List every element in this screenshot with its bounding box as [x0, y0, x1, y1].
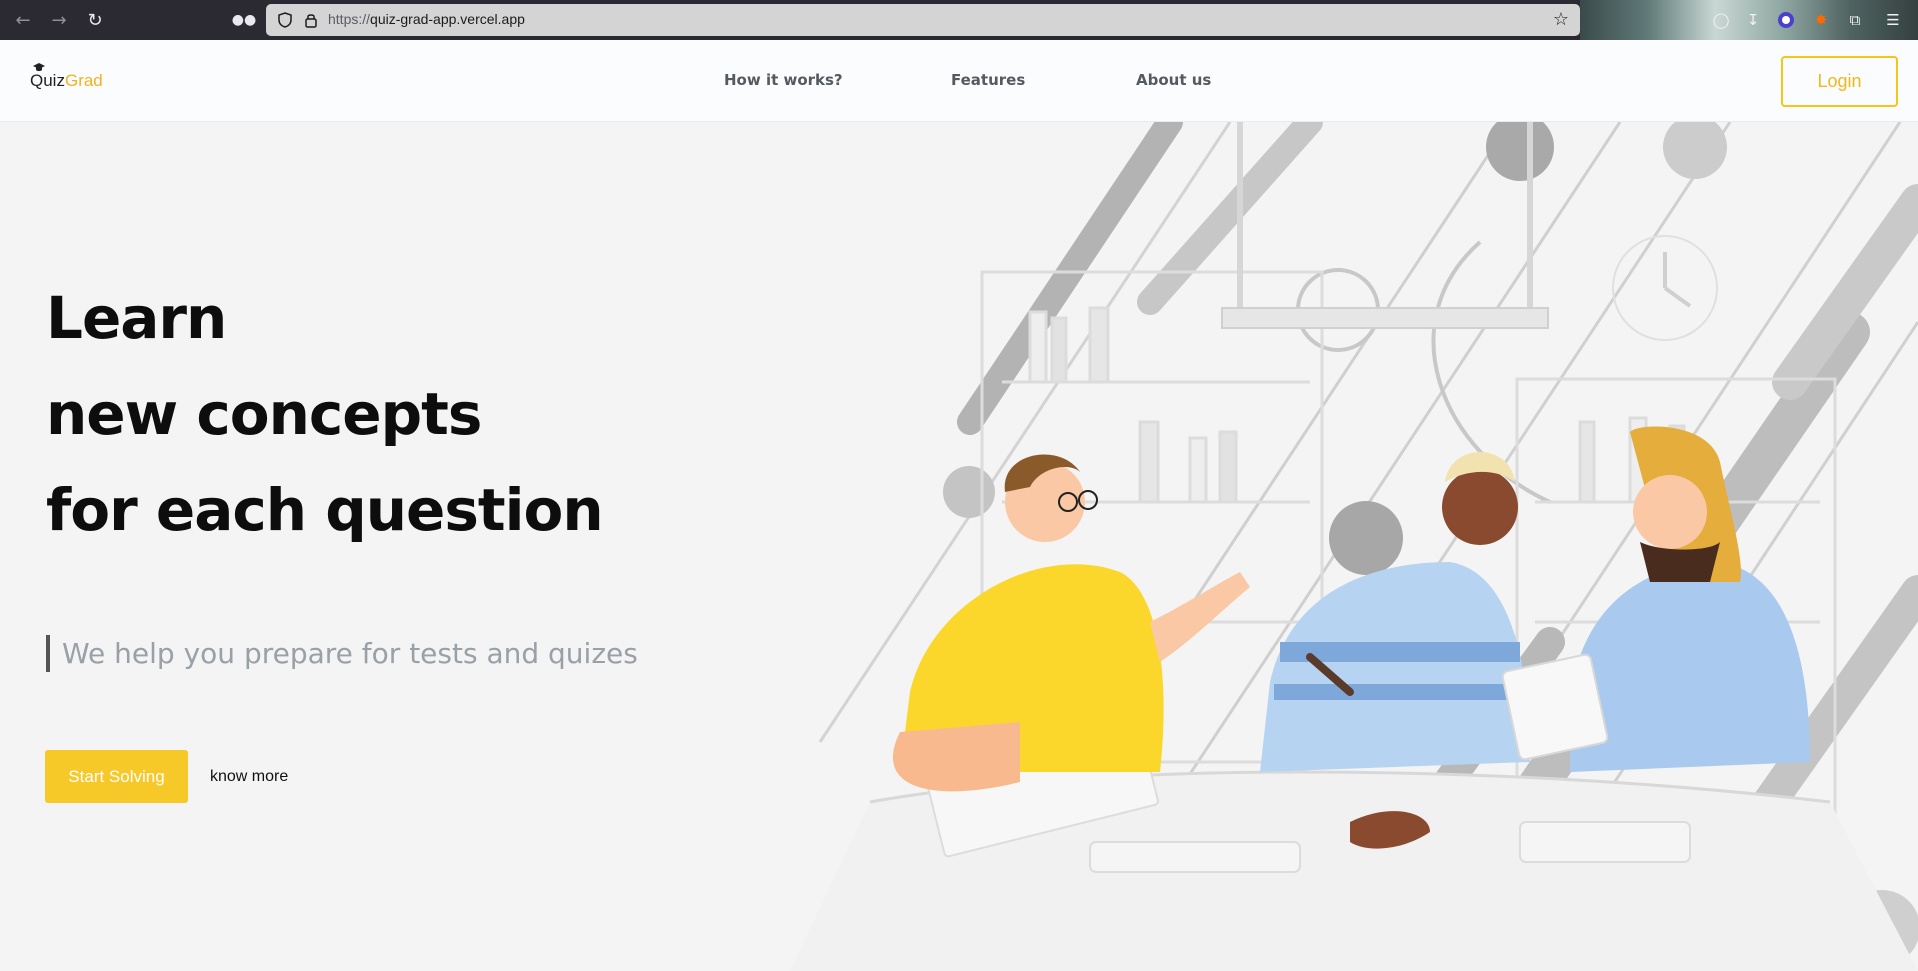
shield-icon[interactable]	[276, 11, 294, 29]
extension-avatar-icon[interactable]	[1775, 9, 1797, 31]
hero-headline-line-1: Learn	[46, 284, 227, 352]
hero-headline-line-2: new concepts	[46, 380, 482, 448]
login-button[interactable]: Login	[1781, 56, 1898, 107]
menu-hamburger-icon[interactable]: ☰	[1882, 9, 1904, 31]
back-arrow-icon[interactable]: ←	[8, 5, 38, 35]
forward-arrow-icon[interactable]: →	[44, 5, 74, 35]
nav-features[interactable]: Features	[951, 71, 1025, 89]
site-header: Quiz Grad How it works? Features About us…	[0, 40, 1918, 122]
hero-subheading: We help you prepare for tests and quizes	[46, 635, 638, 672]
private-browsing-mask-icon[interactable]: ●●	[232, 8, 256, 32]
quizgrad-logo[interactable]: Quiz Grad	[30, 63, 103, 94]
bookmark-star-icon[interactable]: ☆	[1550, 9, 1572, 31]
extension-burst-icon[interactable]: ✸	[1810, 9, 1832, 31]
logo-text-quiz: Quiz	[30, 71, 65, 90]
lock-icon[interactable]	[302, 11, 320, 29]
pocket-icon[interactable]: ◯	[1710, 9, 1732, 31]
students-study-illustration	[790, 122, 1918, 971]
start-solving-button[interactable]: Start Solving	[45, 750, 188, 803]
reload-icon[interactable]: ↻	[80, 5, 110, 35]
browser-toolbar: ← → ↻ ●● https://quiz-grad-app.vercel.ap…	[0, 0, 1918, 40]
url-text[interactable]: https://quiz-grad-app.vercel.app	[328, 11, 525, 27]
downloads-icon[interactable]: ↧	[1742, 9, 1764, 31]
nav-about-us[interactable]: About us	[1136, 71, 1211, 89]
hero-headline-line-3: for each question	[46, 476, 604, 544]
know-more-link[interactable]: know more	[210, 768, 288, 786]
student-yellow-shirt	[892, 454, 1250, 792]
extensions-puzzle-icon[interactable]: ⧉	[1844, 9, 1866, 31]
logo-text-grad: Grad	[64, 71, 103, 90]
hero-section: Learn new concepts for each question We …	[0, 122, 1918, 971]
graduation-cap-icon	[33, 63, 45, 72]
toolbar-theme-background: ◯ ↧ ✸ ⧉ ☰	[1580, 0, 1918, 40]
address-bar[interactable]: https://quiz-grad-app.vercel.app ☆	[266, 4, 1580, 36]
nav-how-it-works[interactable]: How it works?	[724, 71, 843, 89]
